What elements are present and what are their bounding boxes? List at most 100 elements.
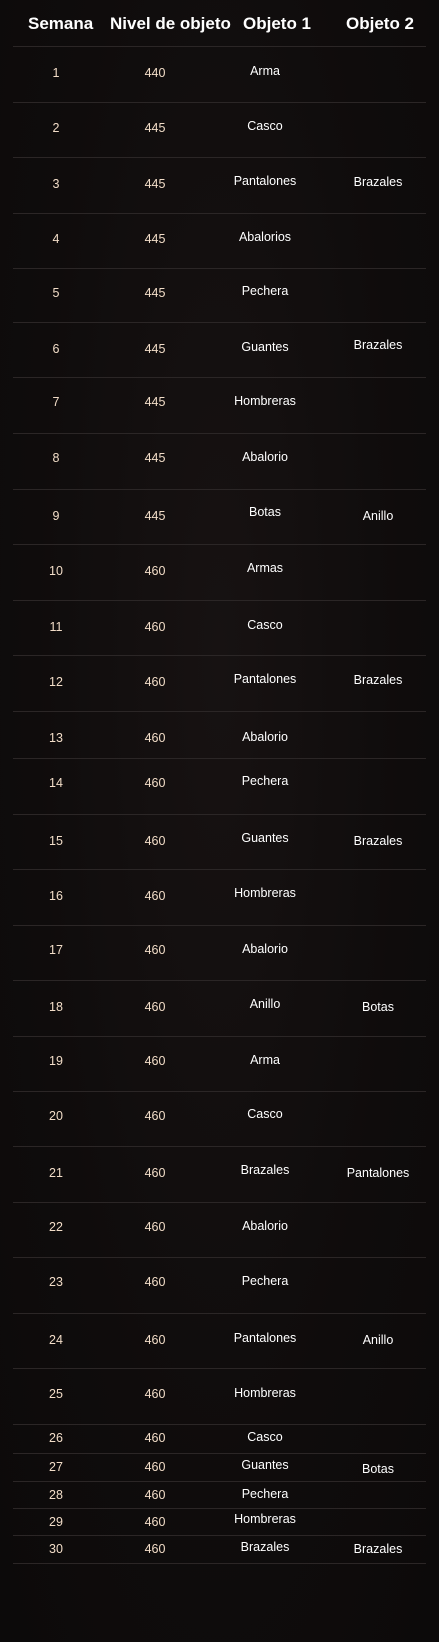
table-row: 20 460 Casco	[13, 1092, 426, 1147]
table-row: 18 460 Anillo Botas	[13, 981, 426, 1037]
cell-week: 17	[49, 943, 63, 957]
cell-item-1: Abalorio	[242, 1219, 288, 1233]
cell-week: 3	[52, 177, 60, 191]
cell-item-1: Abalorios	[238, 230, 292, 244]
table-row: 1 440 Arma	[13, 47, 426, 103]
cell-week: 2	[52, 121, 60, 135]
cell-item-1: Guantes	[241, 340, 289, 354]
table-row: 16 460 Hombreras	[13, 870, 426, 926]
cell-week: 23	[49, 1275, 63, 1289]
cell-week: 10	[49, 564, 63, 578]
table-row: 8 445 Abalorio	[13, 434, 426, 490]
cell-item-1: Pechera	[241, 774, 289, 788]
cell-item-level: 440	[144, 66, 166, 80]
table-row: 7 445 Hombreras	[13, 378, 426, 434]
cell-item-1: Hombreras	[234, 1386, 296, 1400]
table-row: 21 460 Brazales Pantalones	[13, 1147, 426, 1203]
cell-item-level: 445	[144, 342, 166, 356]
cell-item-1: Casco	[247, 1430, 283, 1444]
table-row: 5 445 Pechera	[13, 269, 426, 323]
cell-item-level: 460	[144, 564, 166, 578]
cell-week: 14	[49, 776, 63, 790]
table-row: 9 445 Botas Anillo	[13, 490, 426, 545]
cell-week: 25	[49, 1387, 63, 1401]
header-week: Semana	[28, 14, 94, 33]
cell-item-1: Guantes	[241, 831, 289, 845]
table-row: 27 460 Guantes Botas	[13, 1454, 426, 1482]
cell-item-2: Botas	[362, 1000, 394, 1014]
table-header: Semana Nivel de objeto Objeto 1 Objeto 2	[13, 0, 426, 47]
cell-week: 18	[49, 1000, 63, 1014]
cell-week: 6	[52, 342, 60, 356]
cell-week: 11	[49, 620, 63, 634]
table-row: 30 460 Brazales Brazales	[13, 1536, 426, 1564]
cell-item-level: 460	[144, 1460, 166, 1474]
cell-week: 16	[49, 889, 63, 903]
cell-item-level: 460	[144, 1000, 166, 1014]
cell-item-1: Casco	[247, 119, 283, 133]
cell-item-level: 460	[144, 1054, 166, 1068]
cell-item-1: Pantalones	[233, 174, 297, 188]
table-row: 3 445 Pantalones Brazales	[13, 158, 426, 214]
cell-item-level: 460	[144, 1387, 166, 1401]
cell-item-level: 445	[144, 177, 166, 191]
header-item-level: Nivel de objeto	[110, 14, 231, 33]
cell-item-level: 460	[144, 1333, 166, 1347]
cell-item-1: Arma	[250, 1053, 280, 1067]
table-row: 26 460 Casco	[13, 1425, 426, 1454]
cell-week: 19	[49, 1054, 63, 1068]
cell-item-1: Botas	[249, 505, 281, 519]
cell-week: 12	[49, 675, 63, 689]
table-row: 4 445 Abalorios	[13, 214, 426, 269]
schedule-table: Semana Nivel de objeto Objeto 1 Objeto 2…	[13, 0, 426, 1564]
cell-week: 28	[49, 1488, 63, 1502]
cell-item-1: Brazales	[240, 1163, 290, 1177]
cell-week: 24	[49, 1333, 63, 1347]
cell-item-level: 460	[144, 1515, 166, 1529]
table-row: 6 445 Guantes Brazales	[13, 323, 426, 378]
cell-week: 9	[52, 509, 60, 523]
cell-item-level: 460	[144, 1488, 166, 1502]
cell-item-2: Brazales	[353, 834, 403, 848]
cell-item-2: Brazales	[353, 1542, 403, 1556]
cell-item-2: Botas	[362, 1462, 394, 1476]
cell-item-2: Anillo	[362, 509, 394, 523]
cell-item-level: 445	[144, 451, 166, 465]
cell-item-1: Hombreras	[234, 1512, 296, 1526]
cell-item-1: Pechera	[241, 1487, 289, 1501]
cell-item-level: 445	[144, 121, 166, 135]
cell-item-1: Hombreras	[234, 886, 296, 900]
cell-item-1: Hombreras	[234, 394, 296, 408]
cell-item-level: 445	[144, 286, 166, 300]
cell-week: 30	[49, 1542, 63, 1556]
table-row: 29 460 Hombreras	[13, 1509, 426, 1536]
table-row: 25 460 Hombreras	[13, 1369, 426, 1425]
cell-item-2: Brazales	[353, 175, 403, 189]
cell-item-1: Arma	[250, 64, 280, 78]
cell-week: 13	[49, 731, 63, 745]
table-row: 15 460 Guantes Brazales	[13, 815, 426, 870]
table-row: 12 460 Pantalones Brazales	[13, 656, 426, 712]
cell-item-level: 460	[144, 1275, 166, 1289]
cell-item-1: Pechera	[241, 284, 289, 298]
cell-item-level: 460	[144, 675, 166, 689]
cell-week: 8	[52, 451, 60, 465]
cell-item-level: 460	[144, 943, 166, 957]
cell-item-level: 460	[144, 834, 166, 848]
cell-item-1: Abalorio	[242, 730, 288, 744]
cell-item-1: Guantes	[241, 1458, 289, 1472]
table-row: 28 460 Pechera	[13, 1482, 426, 1509]
cell-item-2: Pantalones	[346, 1166, 410, 1180]
cell-item-level: 460	[144, 1431, 166, 1445]
table-row: 10 460 Armas	[13, 545, 426, 601]
cell-item-level: 460	[144, 889, 166, 903]
cell-week: 22	[49, 1220, 63, 1234]
cell-item-1: Pantalones	[233, 672, 297, 686]
table-row: 23 460 Pechera	[13, 1258, 426, 1314]
cell-item-1: Brazales	[240, 1540, 290, 1554]
cell-item-level: 460	[144, 1109, 166, 1123]
cell-item-level: 460	[144, 620, 166, 634]
cell-week: 4	[52, 232, 60, 246]
cell-week: 27	[49, 1460, 63, 1474]
cell-item-level: 445	[144, 509, 166, 523]
